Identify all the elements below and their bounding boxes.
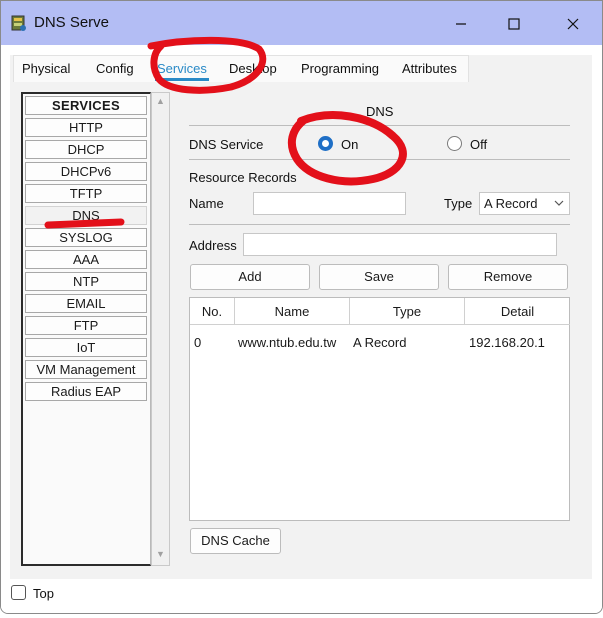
service-item-ntp[interactable]: NTP (25, 272, 147, 291)
save-button[interactable]: Save (319, 264, 439, 290)
address-input[interactable] (243, 233, 557, 256)
service-item-syslog[interactable]: SYSLOG (25, 228, 147, 247)
tab-physical[interactable]: Physical (20, 59, 72, 81)
tab-attributes[interactable]: Attributes (400, 59, 459, 81)
minimize-icon[interactable] (446, 11, 476, 37)
service-item-dhcpv6[interactable]: DHCPv6 (25, 162, 147, 181)
type-label: Type (444, 196, 473, 211)
service-item-dns[interactable]: DNS (25, 206, 147, 225)
address-label: Address (189, 238, 237, 253)
scroll-down-icon[interactable]: ▼ (156, 549, 165, 559)
dns-off-label[interactable]: Off (470, 137, 487, 152)
tab-services[interactable]: Services (155, 59, 209, 81)
cell-detail: 192.168.20.1 (469, 335, 545, 350)
tab-desktop[interactable]: Desktop (227, 59, 279, 81)
service-item-http[interactable]: HTTP (25, 118, 147, 137)
type-select[interactable]: A Record (479, 192, 570, 215)
column-header-type[interactable]: Type (350, 298, 465, 325)
column-header-detail[interactable]: Detail (465, 298, 570, 325)
chevron-down-icon (554, 193, 564, 222)
records-table[interactable]: No. Name Type Detail 0 www.ntub.edu.tw A… (189, 297, 570, 521)
service-item-ftp[interactable]: FTP (25, 316, 147, 335)
top-label: Top (33, 586, 54, 601)
service-item-tftp[interactable]: TFTP (25, 184, 147, 203)
maximize-icon[interactable] (499, 11, 529, 37)
resource-records-label: Resource Records (189, 170, 297, 185)
server-app-icon (11, 15, 26, 31)
divider (189, 224, 570, 225)
column-header-no[interactable]: No. (190, 298, 235, 325)
cell-no: 0 (194, 335, 202, 350)
cell-type: A Record (353, 335, 407, 350)
service-item-aaa[interactable]: AAA (25, 250, 147, 269)
close-icon[interactable] (558, 11, 588, 37)
dns-section-title: DNS (366, 104, 394, 119)
window-title: DNS Serve (34, 14, 110, 31)
type-select-value: A Record (484, 196, 538, 211)
add-button[interactable]: Add (190, 264, 310, 290)
tab-programming[interactable]: Programming (299, 59, 381, 81)
divider (189, 125, 570, 126)
service-item-radius-eap[interactable]: Radius EAP (25, 382, 147, 401)
dns-service-label: DNS Service (189, 137, 264, 152)
remove-button[interactable]: Remove (448, 264, 568, 290)
footer-bar (1, 581, 602, 613)
scroll-up-icon[interactable]: ▲ (156, 96, 165, 106)
title-bar[interactable]: DNS Serve (1, 1, 602, 45)
service-item-email[interactable]: EMAIL (25, 294, 147, 313)
dns-off-radio[interactable] (447, 136, 462, 151)
dns-on-radio[interactable] (318, 136, 333, 151)
services-scrollbar[interactable]: ▲ ▼ (151, 92, 170, 566)
dns-on-label[interactable]: On (341, 137, 358, 152)
services-header: SERVICES (25, 96, 147, 115)
name-input[interactable] (253, 192, 406, 215)
dns-server-window: DNS Serve Physical Config Services Deskt… (0, 0, 603, 614)
service-item-iot[interactable]: IoT (25, 338, 147, 357)
divider (189, 159, 570, 160)
service-item-vm-management[interactable]: VM Management (25, 360, 147, 379)
name-label: Name (189, 196, 224, 211)
column-header-name[interactable]: Name (235, 298, 350, 325)
service-item-dhcp[interactable]: DHCP (25, 140, 147, 159)
cell-name: www.ntub.edu.tw (238, 335, 337, 350)
dns-cache-button[interactable]: DNS Cache (190, 528, 281, 554)
tab-config[interactable]: Config (94, 59, 136, 81)
top-checkbox[interactable] (11, 585, 26, 600)
